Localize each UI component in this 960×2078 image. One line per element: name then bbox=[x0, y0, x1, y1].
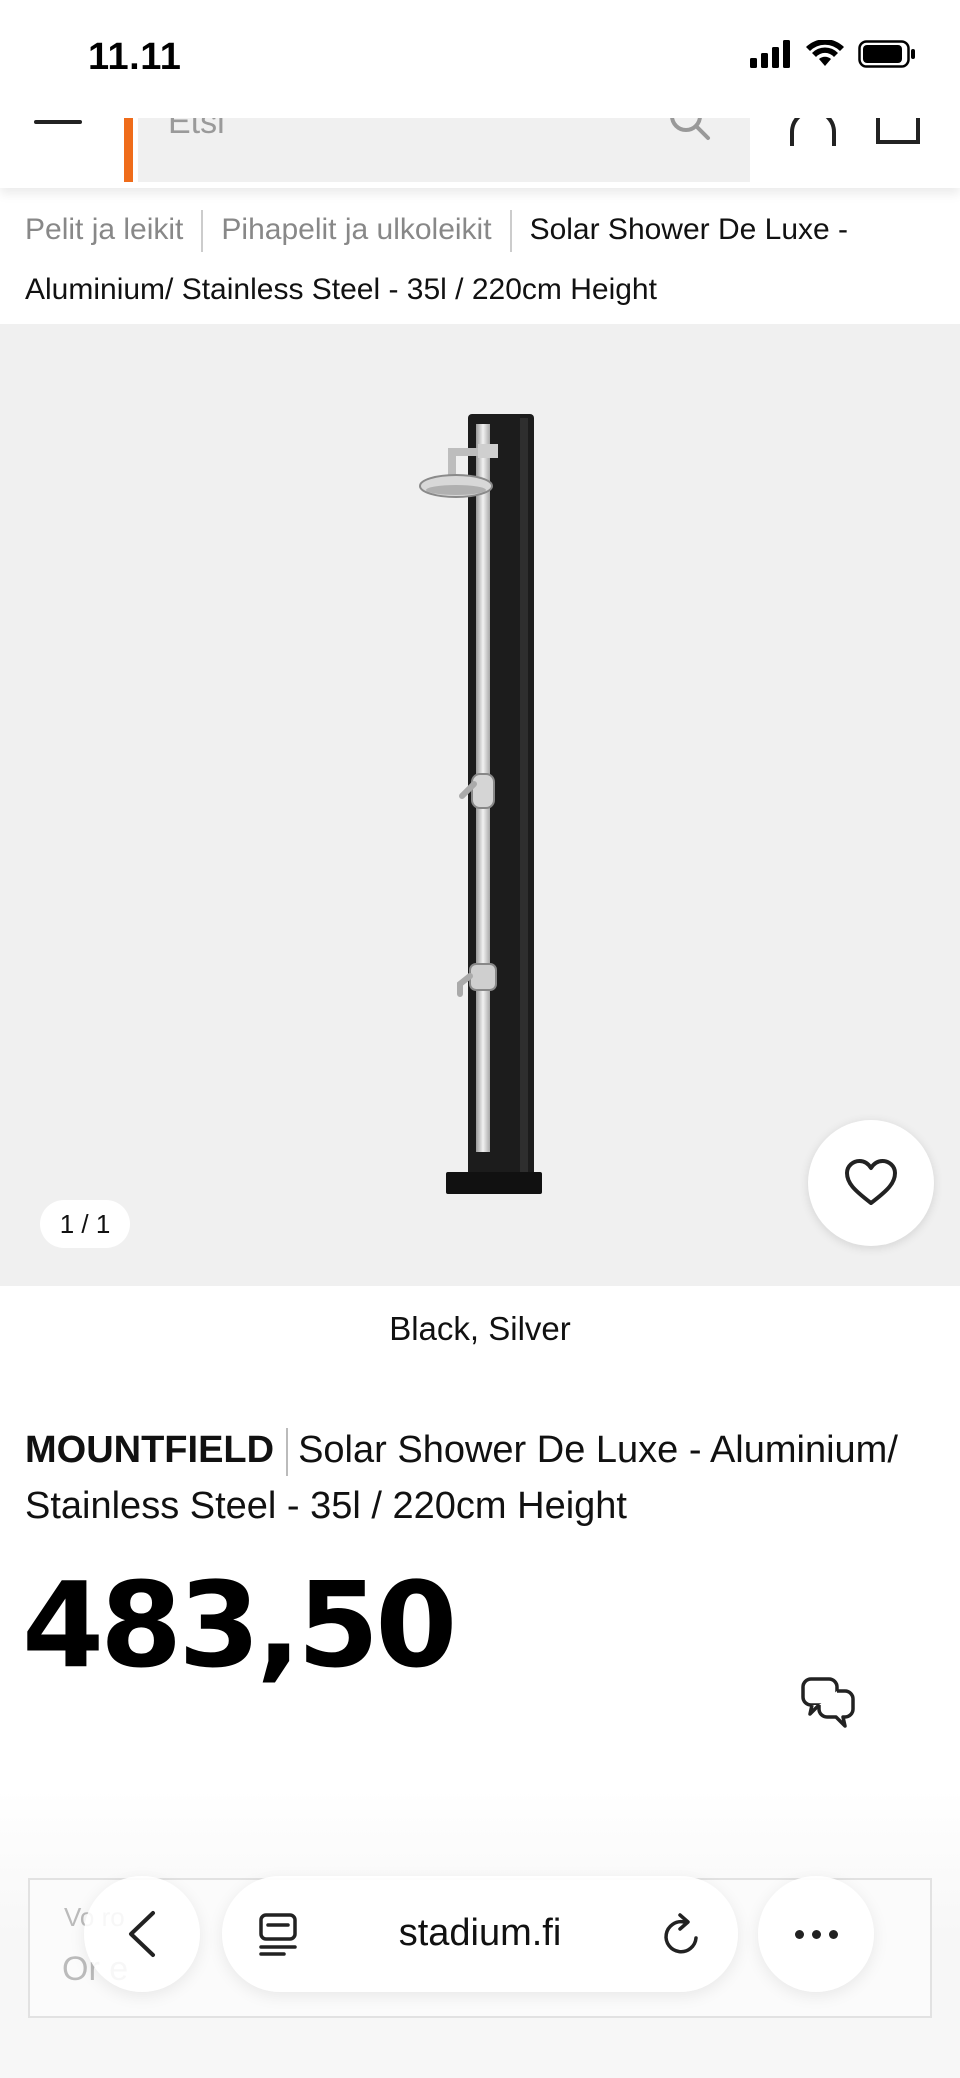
breadcrumb-divider bbox=[201, 210, 204, 253]
battery-icon bbox=[858, 40, 915, 68]
search-box[interactable] bbox=[138, 100, 750, 182]
heart-icon bbox=[845, 1159, 897, 1205]
breadcrumb-item-pelit[interactable]: Pelit ja leikit bbox=[25, 213, 183, 246]
product-gallery[interactable]: 1 / 1 bbox=[0, 324, 960, 1286]
product-price: 483,50 bbox=[22, 1556, 457, 1694]
breadcrumb-divider bbox=[509, 210, 512, 253]
status-icons bbox=[750, 40, 916, 68]
product-brand[interactable]: MOUNTFIELD bbox=[25, 1429, 274, 1471]
more-icon-dot bbox=[811, 1929, 821, 1939]
back-icon bbox=[129, 1911, 155, 1957]
status-time: 11.11 bbox=[88, 36, 182, 78]
signal-icon bbox=[750, 40, 790, 68]
more-icon-dot bbox=[794, 1929, 804, 1939]
more-icon-dot bbox=[828, 1929, 838, 1939]
title-divider bbox=[286, 1427, 289, 1476]
product-title: MOUNTFIELD Solar Shower De Luxe - Alumini… bbox=[25, 1422, 935, 1534]
url-text[interactable]: stadium.fi bbox=[222, 1912, 738, 1955]
product-color: Black, Silver bbox=[389, 1310, 571, 1347]
browser-toolbar: stadium.fi bbox=[0, 1876, 960, 1996]
wifi-icon bbox=[806, 40, 844, 66]
image-counter: 1 / 1 bbox=[40, 1200, 130, 1248]
breadcrumb: Pelit ja leikit Pihapelit ja ulkoleikit So… bbox=[0, 188, 960, 324]
breadcrumb-item-pihapelit[interactable]: Pihapelit ja ulkoleikit bbox=[221, 213, 491, 246]
product-image[interactable] bbox=[400, 414, 570, 1194]
reload-icon[interactable] bbox=[662, 1912, 702, 1956]
favorite-button[interactable] bbox=[808, 1120, 934, 1246]
more-button[interactable] bbox=[758, 1876, 874, 1992]
address-bar[interactable]: stadium.fi bbox=[222, 1876, 738, 1992]
back-button[interactable] bbox=[84, 1876, 200, 1992]
status-bar: 11.11 bbox=[0, 0, 960, 118]
chat-icon[interactable] bbox=[800, 1676, 856, 1730]
search-accent bbox=[124, 112, 133, 182]
